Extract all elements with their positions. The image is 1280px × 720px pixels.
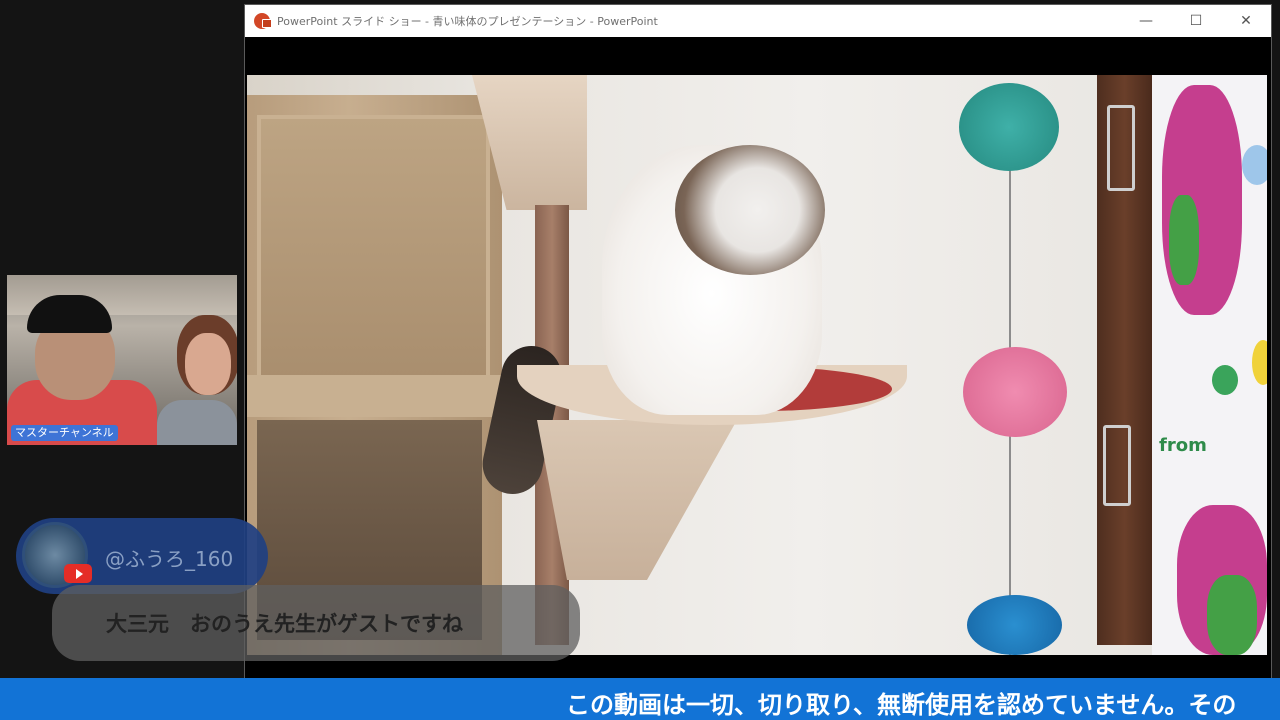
close-button[interactable]: ✕ — [1221, 5, 1271, 37]
curtain-character-belly — [1207, 575, 1257, 655]
chat-message: 大三元 おのうえ先生がゲストですね — [106, 612, 463, 636]
ticker-text: この動画は一切、切り取り、無断使用を認めていません。その — [566, 691, 1237, 719]
curtain-dot — [1242, 145, 1267, 185]
pompom-blue — [967, 595, 1062, 655]
powerpoint-window: PowerPoint スライド ショー - 青い味体のプレゼンテーション - P… — [244, 4, 1272, 682]
maximize-button[interactable]: ☐ — [1171, 5, 1221, 37]
minimize-button[interactable]: — — [1121, 5, 1171, 37]
door-hinge — [1103, 425, 1131, 506]
shelf-compartment — [257, 115, 490, 383]
webcam-person-face — [185, 333, 231, 395]
door-hinge — [1107, 105, 1135, 191]
curtain-character-belly — [1169, 195, 1199, 285]
platform-bracket — [537, 420, 737, 580]
ticker-bar: この動画は一切、切り取り、無断使用を認めていません。その — [0, 678, 1280, 720]
pompom-teal — [959, 83, 1059, 171]
webcam-person-shirt — [157, 400, 237, 445]
powerpoint-logo-icon — [254, 13, 272, 29]
cat-head — [675, 145, 825, 275]
shelf-board — [247, 375, 502, 417]
curtain-dot — [1252, 340, 1267, 385]
chat-username: @ふうろ_160 — [105, 547, 234, 571]
webcam-overlay: マスターチャンネル — [7, 275, 237, 445]
window-controls: — ☐ ✕ — [1121, 5, 1271, 37]
window-title: PowerPoint スライド ショー - 青い味体のプレゼンテーション - P… — [277, 15, 658, 28]
window-titlebar[interactable]: PowerPoint スライド ショー - 青い味体のプレゼンテーション - P… — [245, 5, 1271, 37]
slide-photo-cat: from — [247, 75, 1267, 655]
pompom-pink — [963, 347, 1067, 437]
youtube-icon — [64, 564, 92, 583]
curtain-dot — [1212, 365, 1238, 395]
curtain-text: from — [1159, 435, 1207, 456]
webcam-channel-label: マスターチャンネル — [11, 425, 118, 441]
